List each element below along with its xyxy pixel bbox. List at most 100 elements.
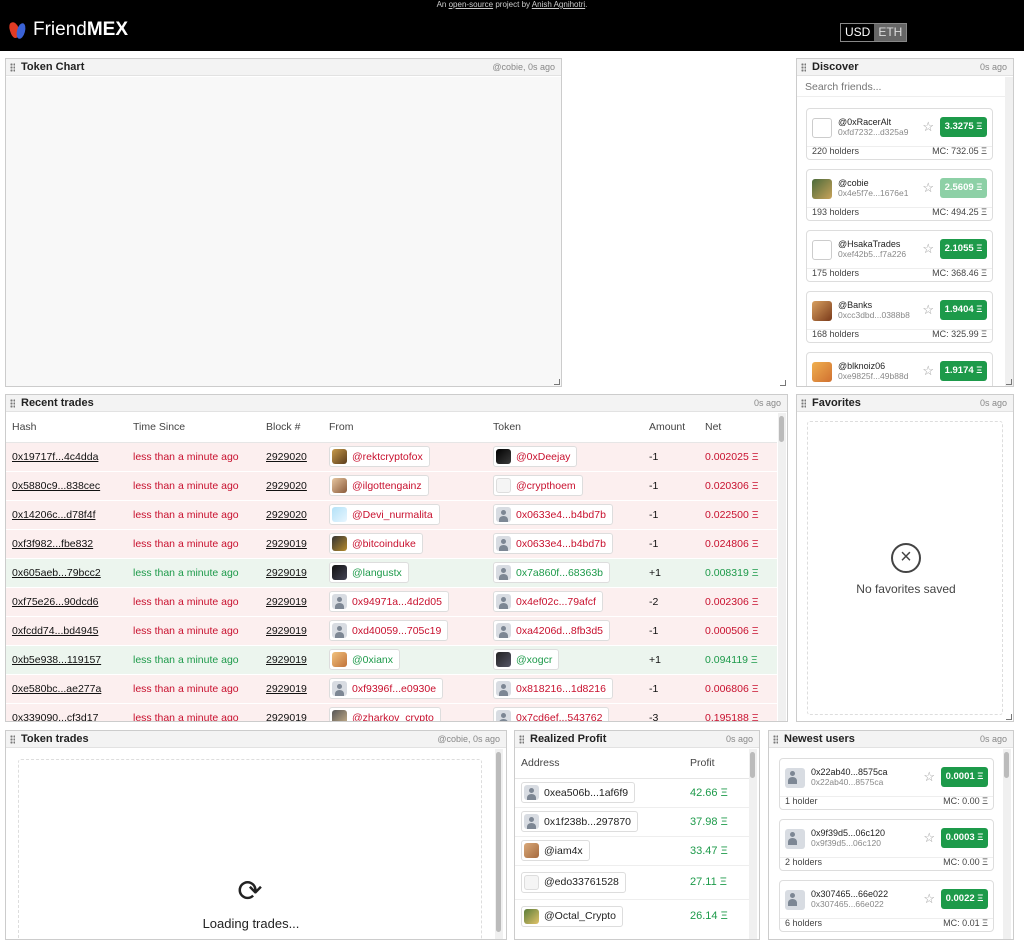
- from-user-chip[interactable]: 0x94971a...4d2d05: [329, 591, 449, 612]
- user-card[interactable]: 0x307465...66e022 0x307465...66e022 ☆ 0.…: [779, 880, 994, 932]
- price-button[interactable]: 0.0003 Ξ: [941, 828, 988, 848]
- tx-hash-link[interactable]: 0xfcdd74...bd4945: [12, 625, 98, 637]
- from-user-chip[interactable]: @Devi_nurmalita: [329, 504, 440, 525]
- tx-hash-link[interactable]: 0x605aeb...79bcc2: [12, 567, 101, 579]
- block-link[interactable]: 2929019: [266, 567, 307, 579]
- price-button[interactable]: 0.0001 Ξ: [941, 767, 988, 787]
- brand-logo[interactable]: Friend MEX: [7, 19, 128, 41]
- author-link[interactable]: Anish Agnihotri: [532, 0, 585, 9]
- user-chip[interactable]: 0xea506b...1af6f9: [521, 782, 636, 803]
- column-header[interactable]: Block #: [260, 413, 323, 443]
- drag-handle-icon[interactable]: [801, 62, 806, 72]
- user-chip[interactable]: 0x1f238b...297870: [521, 811, 638, 832]
- drag-handle-icon[interactable]: [10, 398, 15, 408]
- tx-hash-link[interactable]: 0xf75e26...90dcd6: [12, 596, 98, 608]
- currency-eth-button[interactable]: ETH: [874, 24, 907, 41]
- block-link[interactable]: 2929019: [266, 712, 307, 722]
- resize-handle-icon[interactable]: [780, 380, 786, 386]
- drag-handle-icon[interactable]: [10, 62, 15, 72]
- scrollbar[interactable]: [749, 749, 757, 939]
- block-link[interactable]: 2929020: [266, 451, 307, 463]
- column-header[interactable]: Profit: [690, 749, 749, 778]
- star-icon[interactable]: ☆: [922, 119, 934, 135]
- column-header[interactable]: Hash: [6, 413, 127, 443]
- tx-hash-link[interactable]: 0x14206c...d78f4f: [12, 509, 95, 521]
- from-user-chip[interactable]: @zharkov_crypto: [329, 707, 441, 721]
- from-user-chip[interactable]: @rektcryptofox: [329, 446, 430, 467]
- token-user-chip[interactable]: 0x0633e4...b4bd7b: [493, 533, 613, 554]
- star-icon[interactable]: ☆: [923, 769, 935, 785]
- block-link[interactable]: 2929019: [266, 683, 307, 695]
- friend-card[interactable]: @HsakaTrades 0xef42b5...f7a226 ☆ 2.1055 …: [806, 230, 993, 282]
- user-chip[interactable]: @iam4x: [521, 840, 590, 861]
- drag-handle-icon[interactable]: [10, 734, 15, 744]
- resize-handle-icon[interactable]: [1006, 379, 1012, 385]
- token-user-chip[interactable]: @xogcr: [493, 649, 560, 670]
- user-chip[interactable]: @edo33761528: [521, 871, 626, 893]
- block-link[interactable]: 2929019: [266, 625, 307, 637]
- price-button[interactable]: 2.1055 Ξ: [940, 239, 987, 259]
- from-user-chip[interactable]: @langustx: [329, 562, 409, 583]
- token-user-chip[interactable]: 0x4ef02c...79afcf: [493, 591, 603, 612]
- price-button[interactable]: 3.3275 Ξ: [940, 117, 987, 137]
- block-link[interactable]: 2929019: [266, 538, 307, 550]
- friend-card[interactable]: @Banks 0xcc3dbd...0388b8 ☆ 1.9404 Ξ 168 …: [806, 291, 993, 343]
- block-link[interactable]: 2929019: [266, 596, 307, 608]
- scrollbar[interactable]: [495, 749, 503, 939]
- price-button[interactable]: 1.9174 Ξ: [940, 361, 987, 381]
- user-chip[interactable]: @Octal_Crypto: [521, 905, 623, 927]
- friend-card[interactable]: @cobie 0x4e5f7e...1676e1 ☆ 2.5609 Ξ 193 …: [806, 169, 993, 221]
- tx-hash-link[interactable]: 0xe580bc...ae277a: [12, 683, 101, 695]
- column-header[interactable]: Amount: [643, 413, 699, 443]
- friend-card[interactable]: @blknoiz06 0xe9825f...49b88d ☆ 1.9174 Ξ: [806, 352, 993, 386]
- resize-handle-icon[interactable]: [554, 379, 560, 385]
- scrollbar[interactable]: [1003, 749, 1011, 939]
- token-user-chip[interactable]: 0x818216...1d8216: [493, 678, 613, 699]
- star-icon[interactable]: ☆: [923, 891, 935, 907]
- token-user-chip[interactable]: 0x7a860f...68363b: [493, 562, 610, 583]
- star-icon[interactable]: ☆: [922, 180, 934, 196]
- search-friends-input[interactable]: [797, 77, 1007, 97]
- drag-handle-icon[interactable]: [801, 398, 806, 408]
- tx-hash-link[interactable]: 0x19717f...4c4dda: [12, 451, 98, 463]
- from-user-chip[interactable]: 0xd40059...705c19: [329, 620, 449, 641]
- block-link[interactable]: 2929019: [266, 654, 307, 666]
- drag-handle-icon[interactable]: [773, 734, 778, 744]
- tx-hash-link[interactable]: 0x5880c9...838cec: [12, 480, 100, 492]
- block-link[interactable]: 2929020: [266, 509, 307, 521]
- token-user-chip[interactable]: 0x0633e4...b4bd7b: [493, 504, 613, 525]
- star-icon[interactable]: ☆: [922, 302, 934, 318]
- currency-usd-button[interactable]: USD: [841, 24, 875, 41]
- token-user-chip[interactable]: @crypthoem: [493, 475, 583, 496]
- from-user-chip[interactable]: @ilgottengainz: [329, 475, 429, 496]
- token-user-chip[interactable]: 0xa4206d...8fb3d5: [493, 620, 610, 641]
- scrollbar[interactable]: [1005, 77, 1013, 386]
- column-header[interactable]: From: [323, 413, 487, 443]
- column-header[interactable]: Token: [487, 413, 643, 443]
- resize-handle-icon[interactable]: [1006, 714, 1012, 720]
- from-user-chip[interactable]: @bitcoinduke: [329, 533, 423, 554]
- column-header[interactable]: Time Since: [127, 413, 260, 443]
- star-icon[interactable]: ☆: [922, 363, 934, 379]
- tx-hash-link[interactable]: 0xb5e938...119157: [12, 654, 101, 666]
- user-card[interactable]: 0x22ab40...8575ca 0x22ab40...8575ca ☆ 0.…: [779, 758, 994, 810]
- block-link[interactable]: 2929020: [266, 480, 307, 492]
- token-user-chip[interactable]: 0x7cd6ef...543762: [493, 707, 610, 721]
- drag-handle-icon[interactable]: [519, 734, 524, 744]
- open-source-link[interactable]: open-source: [449, 0, 493, 9]
- user-card[interactable]: 0x9f39d5...06c120 0x9f39d5...06c120 ☆ 0.…: [779, 819, 994, 871]
- token-user-chip[interactable]: @0xDeejay: [493, 446, 578, 467]
- star-icon[interactable]: ☆: [922, 241, 934, 257]
- tx-hash-link[interactable]: 0xf3f982...fbe832: [12, 538, 93, 550]
- column-header[interactable]: Net: [699, 413, 777, 443]
- friend-card[interactable]: @0xRacerAlt 0xfd7232...d325a9 ☆ 3.3275 Ξ…: [806, 108, 993, 160]
- from-user-chip[interactable]: 0xf9396f...e0930e: [329, 678, 444, 699]
- tx-hash-link[interactable]: 0x339090...cf3d17: [12, 712, 98, 722]
- price-button[interactable]: 1.9404 Ξ: [940, 300, 987, 320]
- price-button[interactable]: 0.0022 Ξ: [941, 889, 988, 909]
- price-button[interactable]: 2.5609 Ξ: [940, 178, 987, 198]
- chart-area[interactable]: [6, 77, 561, 386]
- star-icon[interactable]: ☆: [923, 830, 935, 846]
- scrollbar[interactable]: [778, 413, 786, 721]
- from-user-chip[interactable]: @0xianx: [329, 649, 401, 670]
